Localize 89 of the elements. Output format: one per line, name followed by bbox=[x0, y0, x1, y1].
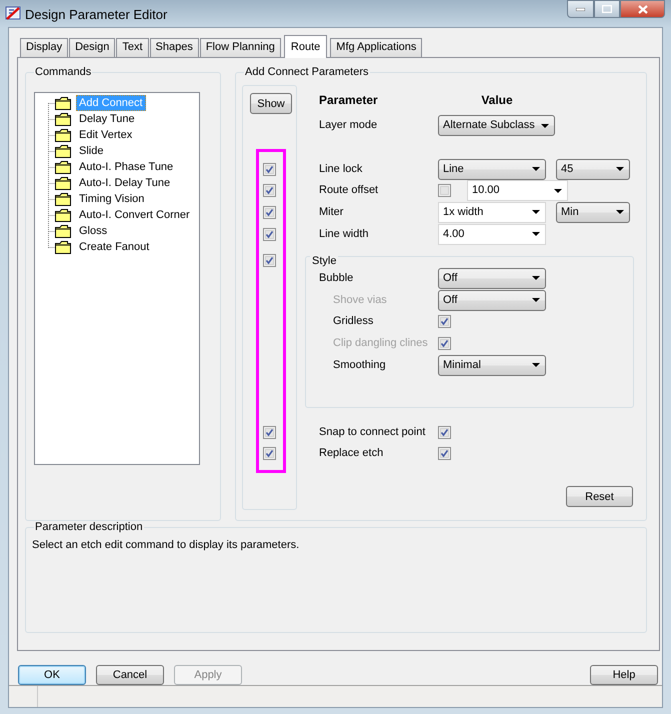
parameter-label: Layer mode bbox=[319, 118, 378, 134]
column-header: Value bbox=[481, 92, 513, 109]
dropdown[interactable]: Min bbox=[556, 202, 630, 222]
caret-icon bbox=[532, 167, 540, 171]
tree-item[interactable]: Edit Vertex bbox=[76, 127, 136, 143]
maximize-icon bbox=[602, 5, 612, 13]
combo-field[interactable]: 10.00 bbox=[467, 180, 568, 201]
tree-item[interactable]: Gloss bbox=[76, 223, 110, 239]
caret-icon bbox=[532, 232, 540, 236]
folder-icon bbox=[55, 224, 71, 238]
checkbox[interactable] bbox=[263, 228, 276, 240]
tab[interactable]: Design bbox=[69, 38, 116, 57]
caret-icon bbox=[616, 210, 624, 214]
tree-item[interactable]: Timing Vision bbox=[76, 191, 148, 207]
tab[interactable]: Display bbox=[20, 38, 68, 57]
window-title: Design Parameter Editor bbox=[25, 6, 168, 24]
folder-icon bbox=[55, 176, 71, 190]
tree-item[interactable]: Auto-I. Phase Tune bbox=[76, 159, 176, 175]
minimize-button[interactable] bbox=[567, 0, 594, 18]
checkbox[interactable] bbox=[263, 426, 276, 438]
tree-item[interactable]: Slide bbox=[76, 143, 106, 159]
group-title: Commands bbox=[34, 66, 92, 79]
description-text: Select an etch edit command to display its parameters. bbox=[32, 538, 300, 553]
dialog-button[interactable]: OK bbox=[18, 665, 86, 685]
folder-icon bbox=[55, 112, 71, 126]
checkbox[interactable] bbox=[263, 184, 276, 197]
dropdown[interactable]: 45 bbox=[556, 158, 630, 180]
caret-icon bbox=[532, 298, 540, 302]
tree-item[interactable]: Delay Tune bbox=[76, 111, 138, 127]
dropdown[interactable]: Minimal bbox=[438, 354, 546, 376]
parameter-label: Snap to connect point bbox=[319, 424, 426, 440]
checkbox[interactable] bbox=[263, 254, 276, 267]
tab[interactable]: Flow Planning bbox=[200, 38, 281, 57]
column-header: Parameter bbox=[319, 92, 379, 109]
folder-icon bbox=[55, 208, 71, 222]
maximize-button[interactable] bbox=[594, 0, 620, 18]
caret-icon bbox=[532, 276, 540, 280]
checkbox[interactable] bbox=[438, 426, 451, 438]
caret-icon bbox=[532, 210, 540, 214]
tree-item[interactable]: Create Fanout bbox=[76, 239, 152, 255]
folder-icon bbox=[55, 240, 71, 254]
tab[interactable]: Shapes bbox=[150, 38, 199, 57]
dialog-button[interactable]: Cancel bbox=[96, 665, 164, 685]
checkbox[interactable] bbox=[263, 447, 276, 460]
tab[interactable]: Text bbox=[116, 38, 149, 57]
parameter-label: Smoothing bbox=[332, 358, 387, 373]
dialog-button[interactable]: Help bbox=[590, 665, 658, 685]
close-button[interactable] bbox=[620, 0, 665, 18]
checkbox[interactable] bbox=[438, 447, 451, 460]
group-title: Parameter description bbox=[34, 521, 144, 534]
caret-icon bbox=[616, 167, 624, 171]
minimize-icon bbox=[576, 8, 585, 10]
show-button[interactable]: Show bbox=[250, 93, 292, 114]
parameter-label: Clip dangling clines bbox=[332, 336, 429, 351]
parameter-label: Bubble bbox=[319, 270, 354, 286]
checkbox[interactable] bbox=[263, 162, 276, 176]
folder-icon bbox=[55, 144, 71, 158]
dropdown[interactable]: Alternate Subclass bbox=[438, 115, 555, 136]
caret-icon bbox=[540, 124, 549, 128]
parameter-label: Line width bbox=[319, 226, 370, 242]
tab[interactable]: Route bbox=[284, 35, 328, 58]
folder-icon bbox=[55, 96, 71, 110]
parameter-label: Line lock bbox=[319, 162, 364, 177]
caret-icon bbox=[554, 188, 562, 192]
checkbox[interactable] bbox=[263, 206, 276, 218]
caret-icon bbox=[532, 363, 540, 367]
parameter-label: Shove vias bbox=[332, 292, 388, 308]
folder-icon bbox=[55, 160, 71, 174]
close-icon bbox=[638, 4, 648, 14]
folder-icon bbox=[55, 192, 71, 206]
tab[interactable]: Mfg Applications bbox=[330, 38, 422, 57]
group-title: Add Connect Parameters bbox=[244, 66, 370, 79]
parameter-label: Miter bbox=[319, 204, 344, 220]
dropdown[interactable]: Off bbox=[438, 268, 546, 288]
checkbox[interactable] bbox=[438, 184, 451, 197]
group-title: Style bbox=[310, 255, 338, 267]
app-icon bbox=[5, 5, 21, 21]
checkbox[interactable] bbox=[438, 315, 451, 328]
parameter-label: Gridless bbox=[332, 314, 374, 330]
parameter-label: Replace etch bbox=[319, 446, 384, 462]
folder-icon bbox=[55, 128, 71, 142]
command-tree[interactable]: Add Connect Delay Tune Edit Vertex Slide Auto-I. Phase Tune Auto-I. Delay Tune Timing Vision Auto-I. Convert Corner Gloss Create Fanout bbox=[34, 92, 200, 465]
tree-item[interactable]: Auto-I. Convert Corner bbox=[76, 207, 193, 223]
reset-button[interactable]: Reset bbox=[566, 486, 633, 507]
combo-field[interactable]: 4.00 bbox=[438, 224, 546, 244]
combo-field[interactable]: 1x width bbox=[438, 202, 546, 222]
parameter-label: Route offset bbox=[319, 183, 380, 198]
tree-item[interactable]: Auto-I. Delay Tune bbox=[76, 175, 174, 191]
dropdown[interactable]: Line bbox=[438, 158, 546, 180]
